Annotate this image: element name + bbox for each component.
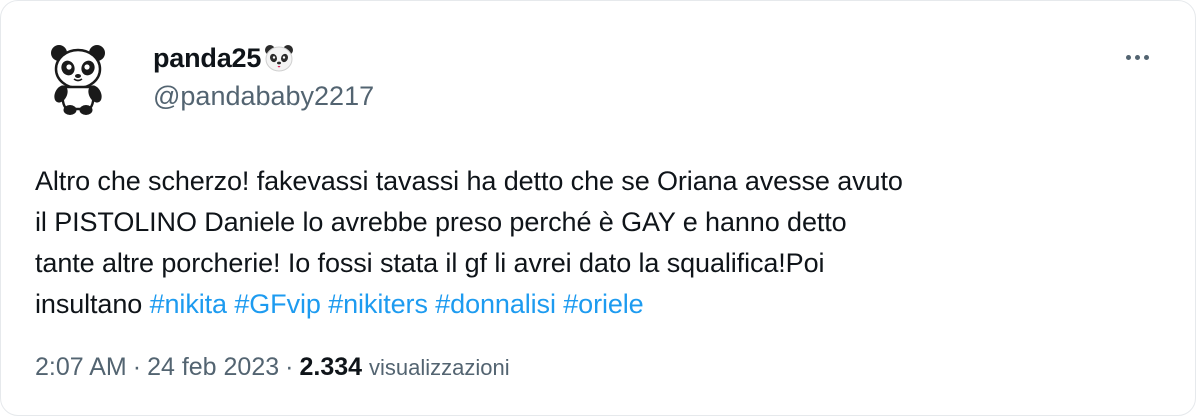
tweet-text-prefix: insultano — [35, 289, 143, 319]
dot — [1125, 54, 1131, 60]
user-handle[interactable]: @pandababy2217 — [153, 81, 374, 112]
user-info: panda25 @pandababy2217 — [153, 41, 374, 112]
panda-face-emoji-icon — [263, 43, 295, 73]
hashtag-link[interactable]: #GFvip — [234, 289, 321, 319]
tweet-text-line-1: Altro che scherzo! fakevassi tavassi ha … — [35, 166, 903, 196]
tweet-date[interactable]: 24 feb 2023 — [147, 353, 279, 381]
dot — [1143, 54, 1149, 60]
display-name[interactable]: panda25 — [153, 43, 261, 74]
meta-separator: · — [132, 353, 142, 381]
display-name-row[interactable]: panda25 — [153, 41, 374, 75]
dot — [1134, 54, 1140, 60]
more-options-icon[interactable] — [1117, 37, 1157, 77]
views-count: 2.334 — [299, 353, 363, 381]
tweet-time[interactable]: 2:07 AM — [35, 353, 127, 381]
tweet-text-line-2: il PISTOLINO Daniele lo avrebbe preso pe… — [35, 207, 847, 237]
tweet-meta: 2:07 AM · 24 feb 2023 · 2.334 visualizzazion… — [35, 353, 510, 382]
panda-avatar-icon[interactable] — [39, 39, 117, 117]
views-label: visualizzazioni — [368, 355, 510, 380]
hashtag-link[interactable]: #donnalisi — [435, 289, 556, 319]
meta-separator: · — [285, 353, 294, 381]
tweet-text-line-4: insultano #nikita #GFvip #nikiters #donn… — [35, 284, 1165, 325]
hashtag-link[interactable]: #oriele — [563, 289, 643, 319]
hashtag-link[interactable]: #nikita — [150, 289, 227, 319]
tweet-text: Altro che scherzo! fakevassi tavassi ha … — [35, 161, 1165, 325]
tweet-card: panda25 @pandababy2217 Altro che scherzo… — [0, 0, 1196, 416]
tweet-text-line-3: tante altre porcherie! Io fossi stata il… — [35, 248, 825, 278]
hashtag-link[interactable]: #nikiters — [328, 289, 428, 319]
